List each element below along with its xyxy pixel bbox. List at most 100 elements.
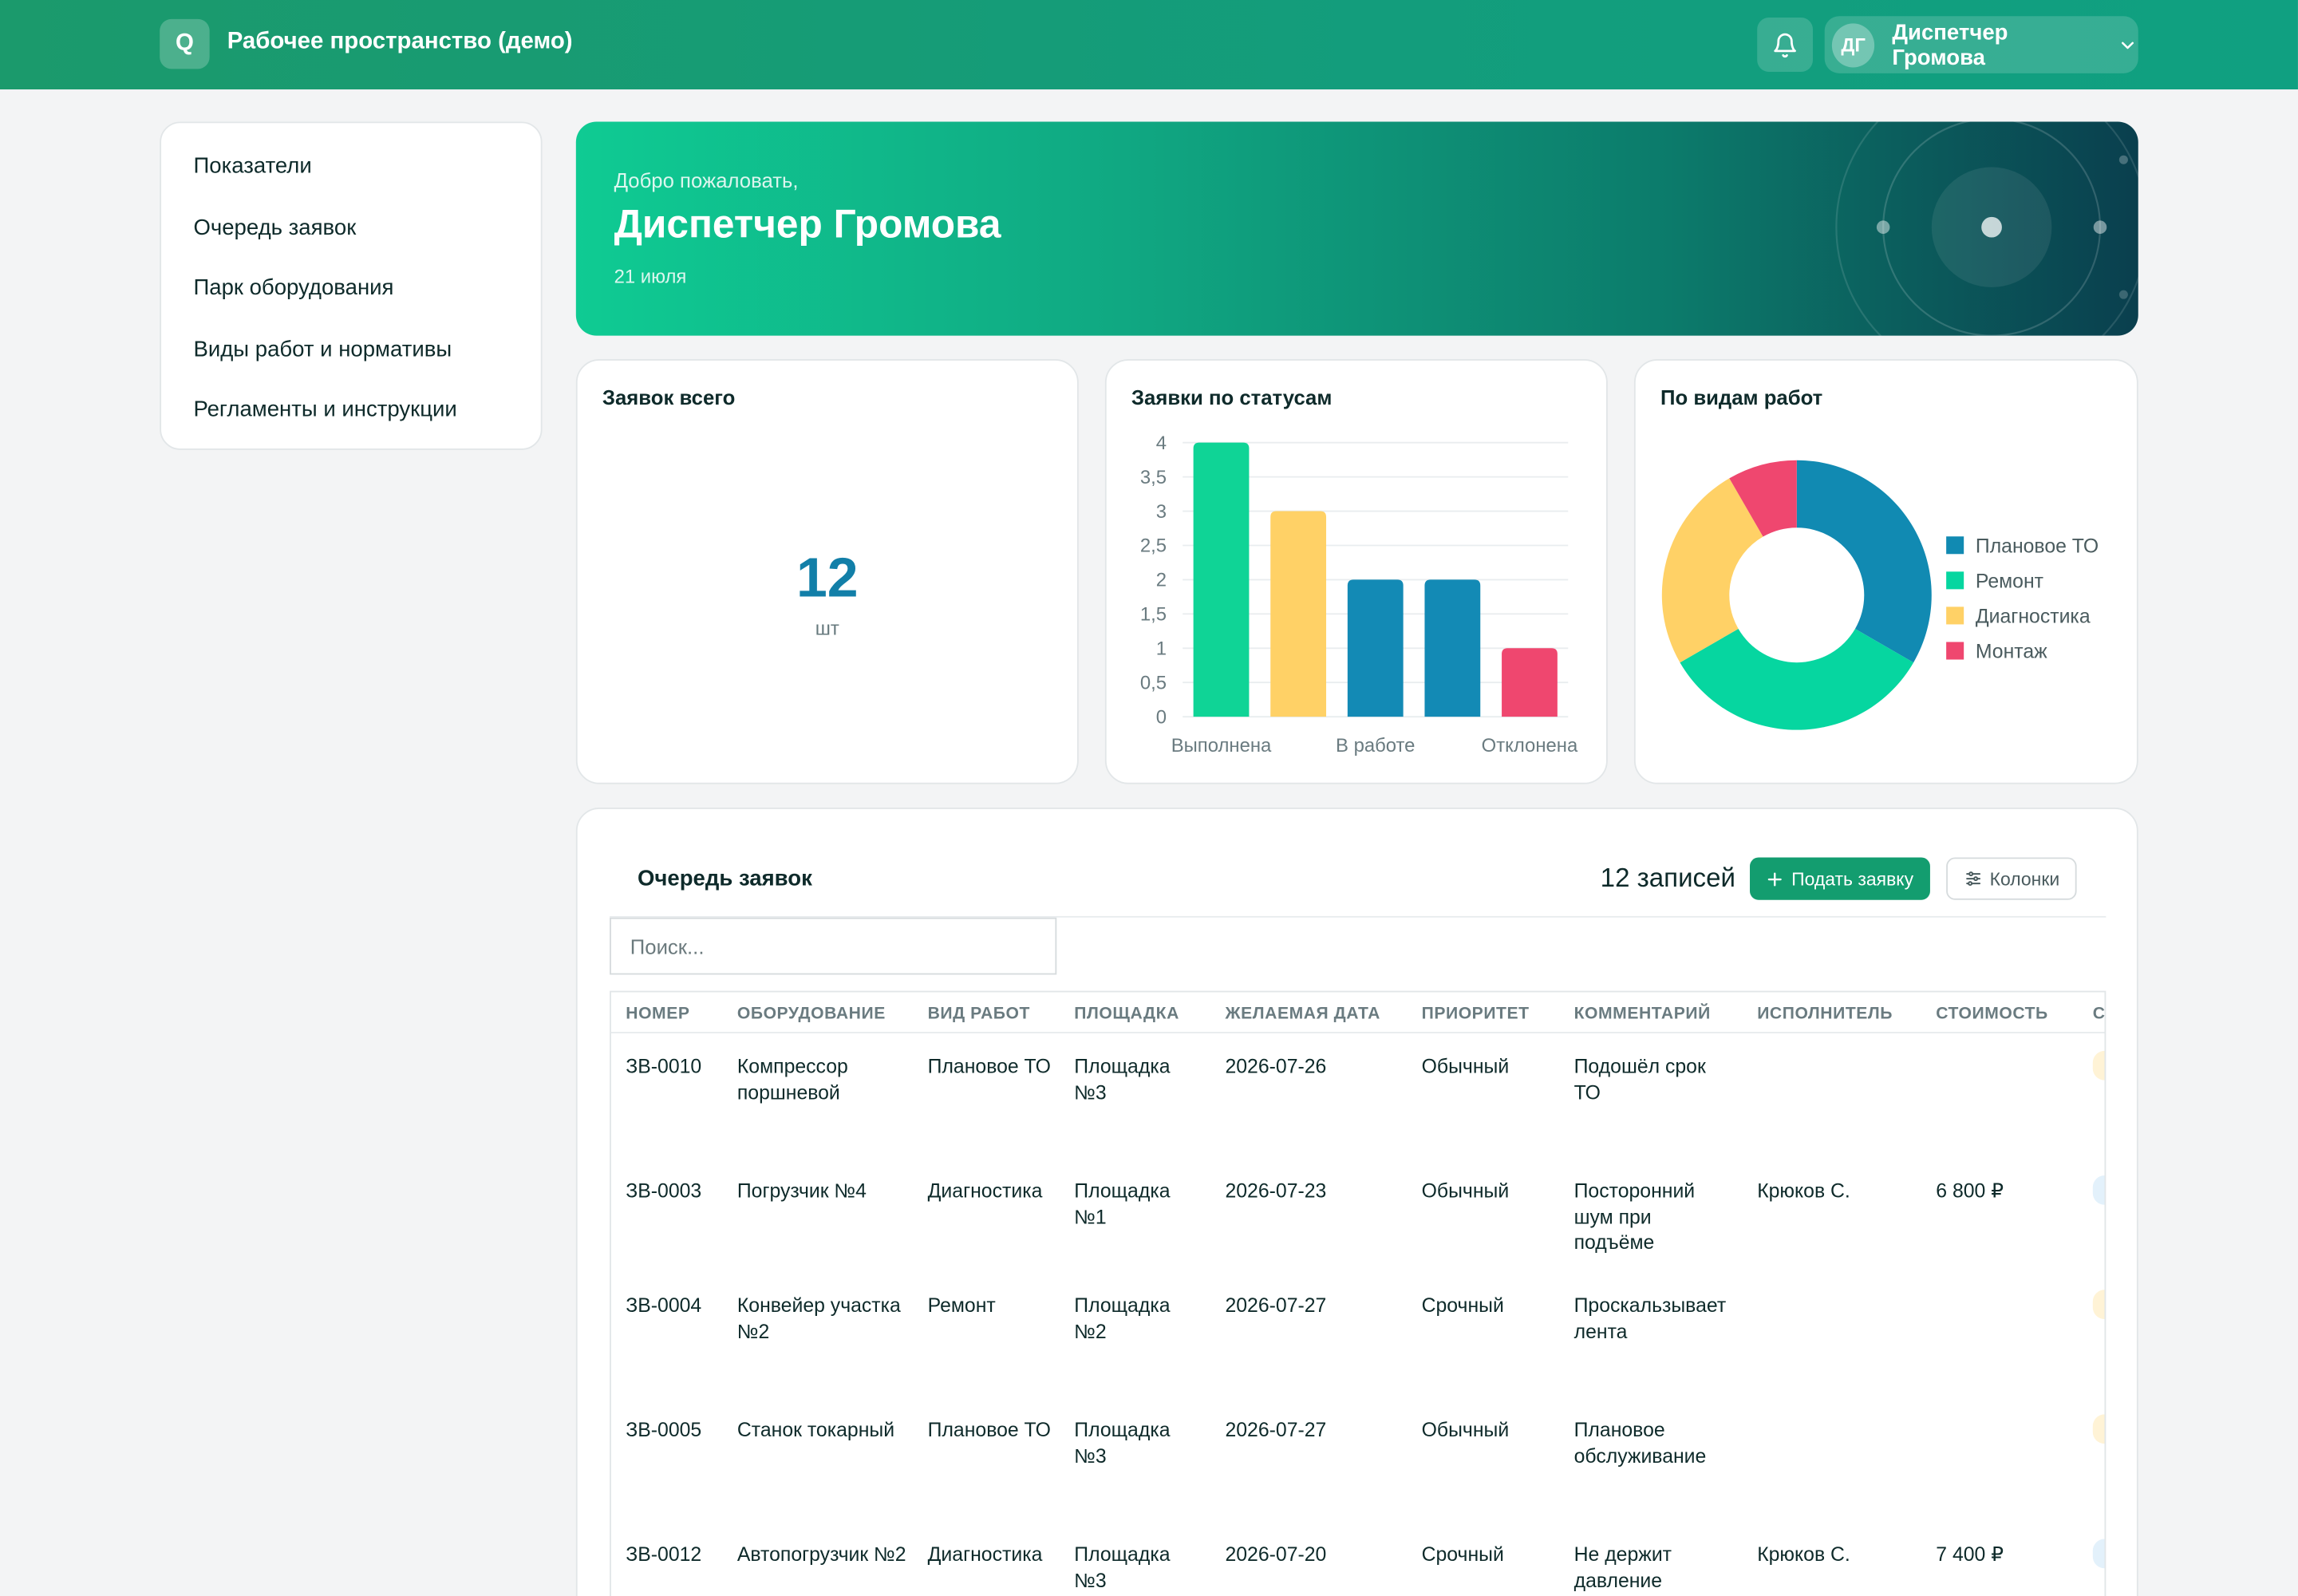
welcome-banner: Добро пожаловать, Диспетчер Громова 21 и… [575, 121, 2138, 336]
donut-slice[interactable] [1796, 460, 1932, 663]
table-cell: Диагностика [927, 1543, 1043, 1566]
user-name: Диспетчер Громова [1892, 19, 2008, 70]
table-header: НОМЕР ОБОРУДОВАНИЕ ВИД РАБОТ ПЛОЩАДКА ЖЕЛАЕМ… [610, 992, 2105, 1033]
column-header[interactable]: КОММЕНТАРИЙ [1574, 1005, 1711, 1023]
top-bar: Q Рабочее пространство (демо) ДГ Диспетч… [0, 0, 2298, 90]
sidebar-item-queue[interactable]: Очередь заявок [161, 197, 541, 258]
bar[interactable] [1270, 511, 1327, 717]
column-header[interactable]: НОМЕР [626, 1005, 689, 1023]
legend-item[interactable]: Монтаж [1946, 633, 2099, 668]
status-badge [2092, 1050, 2105, 1080]
table-cell: Плановое обслуживание [1573, 1418, 1707, 1467]
table-cell: Погрузчик №4 [736, 1179, 867, 1203]
search-input[interactable]: Поиск... [610, 917, 1057, 975]
sidebar-item-dashboard[interactable]: Показатели [161, 136, 541, 197]
x-tick-label: Отклонена [1482, 735, 1578, 757]
table-cell: 2026-07-27 [1225, 1294, 1327, 1317]
table-cell: Крюков С. [1757, 1179, 1850, 1203]
table-cell: ЗВ-0003 [626, 1179, 702, 1203]
banner-decoration [1835, 121, 2138, 336]
column-header[interactable]: С [2093, 1005, 2105, 1023]
bar[interactable] [1193, 442, 1250, 717]
table-cell: Не держит давление [1573, 1543, 1672, 1591]
table-cell: Подошёл срок ТО [1573, 1055, 1706, 1104]
columns-button[interactable]: Колонки [1946, 857, 2077, 900]
user-menu-button[interactable]: ДГ Диспетчер Громова [1824, 16, 2138, 73]
legend-item[interactable]: Ремонт [1946, 563, 2099, 598]
column-header[interactable]: ВИД РАБОТ [928, 1005, 1030, 1023]
notifications-button[interactable] [1757, 18, 1813, 72]
sidebar-item-equipment[interactable]: Парк оборудования [161, 258, 541, 318]
y-tick-label: 0,5 [1140, 672, 1167, 693]
submit-request-label: Подать заявку [1791, 868, 1914, 889]
chevron-down-icon [2122, 41, 2134, 49]
table-cell: Обычный [1421, 1418, 1510, 1441]
status-badge [2092, 1175, 2105, 1205]
total-requests-unit: шт [815, 617, 839, 639]
bell-icon [1774, 32, 1796, 57]
y-tick-label: 2,5 [1140, 535, 1167, 557]
bar[interactable] [1424, 579, 1481, 717]
column-header[interactable]: ИСПОЛНИТЕЛЬ [1757, 1005, 1893, 1023]
status-badge [2092, 1414, 2105, 1444]
table-cell: Конвейер участка №2 [736, 1294, 901, 1342]
status-bar-chart: 0 0,5 1 1,5 2 2,5 3 3,5 4 Выполнена В работе Отклон… [1140, 433, 1578, 757]
y-tick-label: 0 [1156, 706, 1167, 728]
table-cell: Обычный [1421, 1055, 1510, 1077]
columns-label: Колонки [1989, 868, 2060, 889]
donut-slice[interactable] [1680, 628, 1914, 730]
avatar: ДГ [1831, 22, 1875, 67]
sidebar-item-work-types[interactable]: Виды работ и нормативы [161, 318, 541, 379]
app-title: Рабочее пространство (демо) [227, 29, 573, 54]
column-header[interactable]: ПЛОЩАДКА [1074, 1005, 1179, 1023]
table-cell: ЗВ-0012 [626, 1543, 702, 1566]
table-cell: Площадка №3 [1074, 1055, 1171, 1104]
request-queue-panel: Очередь заявок 12 записей Подать заявку … [575, 808, 2138, 1596]
table-cell: ЗВ-0005 [626, 1418, 702, 1441]
legend-swatch [1946, 642, 1964, 660]
bar[interactable] [1502, 648, 1558, 717]
table-cell: 7 400 ₽ [1936, 1543, 2004, 1566]
table-cell: 2026-07-26 [1225, 1055, 1327, 1077]
column-header[interactable]: ПРИОРИТЕТ [1422, 1005, 1530, 1023]
table-cell: Крюков С. [1757, 1543, 1850, 1566]
bar[interactable] [1347, 579, 1404, 717]
table-cell: Срочный [1421, 1294, 1504, 1317]
work-types-card: По видам работ Плановое ТО Ремонт Диагност… [1633, 358, 2138, 784]
table-cell: Диагностика [927, 1179, 1043, 1203]
table-cell: Плановое ТО [927, 1055, 1051, 1077]
table-cell: 2026-07-27 [1225, 1418, 1327, 1441]
column-header[interactable]: ОБОРУДОВАНИЕ [737, 1005, 886, 1023]
legend-label: Плановое ТО [1975, 534, 2099, 557]
welcome-name: Диспетчер Громова [614, 202, 1001, 247]
table-cell: Ремонт [927, 1294, 996, 1317]
app-logo[interactable]: Q [160, 18, 210, 69]
y-tick-label: 2 [1156, 570, 1167, 591]
table-cell: Срочный [1421, 1543, 1504, 1566]
total-requests-card: Заявок всего 12 шт [575, 358, 1079, 784]
sidebar: Показатели Очередь заявок Парк оборудова… [160, 121, 543, 450]
table-cell: Площадка №1 [1074, 1179, 1171, 1228]
status-badge [2092, 1539, 2105, 1569]
column-header[interactable]: ЖЕЛАЕМАЯ ДАТА [1225, 1005, 1380, 1023]
welcome-text: Добро пожаловать, [614, 168, 799, 192]
x-tick-label: Выполнена [1171, 735, 1272, 757]
table-cell: 6 800 ₽ [1936, 1179, 2004, 1203]
legend-label: Монтаж [1975, 639, 2047, 662]
legend-swatch [1946, 536, 1964, 555]
column-header[interactable]: СТОИМОСТЬ [1936, 1005, 2048, 1023]
legend-swatch [1946, 606, 1964, 625]
x-tick-label: В работе [1336, 735, 1415, 757]
chart-legend: Плановое ТО Ремонт Диагностика Монтаж [1946, 527, 2099, 668]
requests-table: НОМЕР ОБОРУДОВАНИЕ ВИД РАБОТ ПЛОЩАДКА ЖЕЛАЕМ… [610, 990, 2106, 1596]
y-tick-label: 3 [1156, 501, 1167, 523]
submit-request-button[interactable]: Подать заявку [1750, 857, 1930, 900]
record-count: 12 записей [1600, 863, 1735, 893]
sidebar-item-regulations[interactable]: Регламенты и инструкции [161, 380, 541, 440]
legend-item[interactable]: Плановое ТО [1946, 527, 2099, 563]
y-tick-label: 1 [1156, 638, 1167, 660]
legend-item[interactable]: Диагностика [1946, 598, 2099, 633]
table-cell: Станок токарный [736, 1418, 895, 1441]
card-title: Заявок всего [602, 385, 736, 409]
table-cell: 2026-07-20 [1225, 1543, 1327, 1566]
